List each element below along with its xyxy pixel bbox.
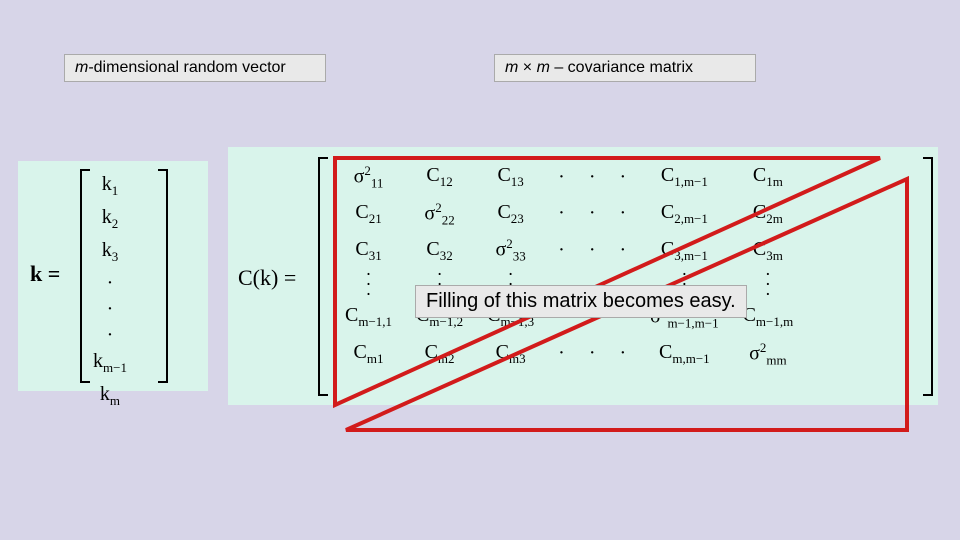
table-row: ··· ·· [333,269,805,279]
matrix-panel: C(k) = σ211 C12 C13 ··· C1,m−1 C1m C21 σ… [228,147,938,405]
vec-entry: · [93,322,127,348]
matrix-lhs: C(k) = [238,265,296,291]
vec-entry: · [93,296,127,322]
vector-lhs: k = [30,261,60,287]
matrix-table: σ211 C12 C13 ··· C1,m−1 C1m C21 σ222 C23… [333,159,805,372]
label-cov-matrix: m × m – covariance matrix [494,54,756,82]
vec-entry: · [93,270,127,296]
vector-bracket-right [158,169,168,383]
matrix-bracket-right [923,157,933,396]
table-row: C21 σ222 C23 ··· C2,m−1 C2m [333,196,805,233]
vector-bracket-left [80,169,90,383]
vec-entry: km−1 [93,348,127,381]
table-row: Cm1 Cm2 Cm3 ··· Cm,m−1 σ2mm [333,336,805,373]
vec-entry: k3 [93,237,127,270]
label-cov-matrix-text: m × m – covariance matrix [505,59,693,76]
table-row: σ211 C12 C13 ··· C1,m−1 C1m [333,159,805,196]
table-row: C31 C32 σ233 ··· C3,m−1 C3m [333,232,805,269]
label-random-vector: m-dimensional random vector [64,54,326,82]
callout-filling-easy: Filling of this matrix becomes easy. [415,285,747,318]
vector-panel: k = k1 k2 k3 · · · km−1 km [18,161,208,391]
vec-entry: km [93,381,127,414]
callout-text: Filling of this matrix becomes easy. [426,290,736,312]
matrix-bracket-left [318,157,328,396]
vec-entry: k1 [93,171,127,204]
label-random-vector-text: m-dimensional random vector [75,59,286,76]
vec-entry: k2 [93,204,127,237]
vector-entries: k1 k2 k3 · · · km−1 km [93,171,127,414]
